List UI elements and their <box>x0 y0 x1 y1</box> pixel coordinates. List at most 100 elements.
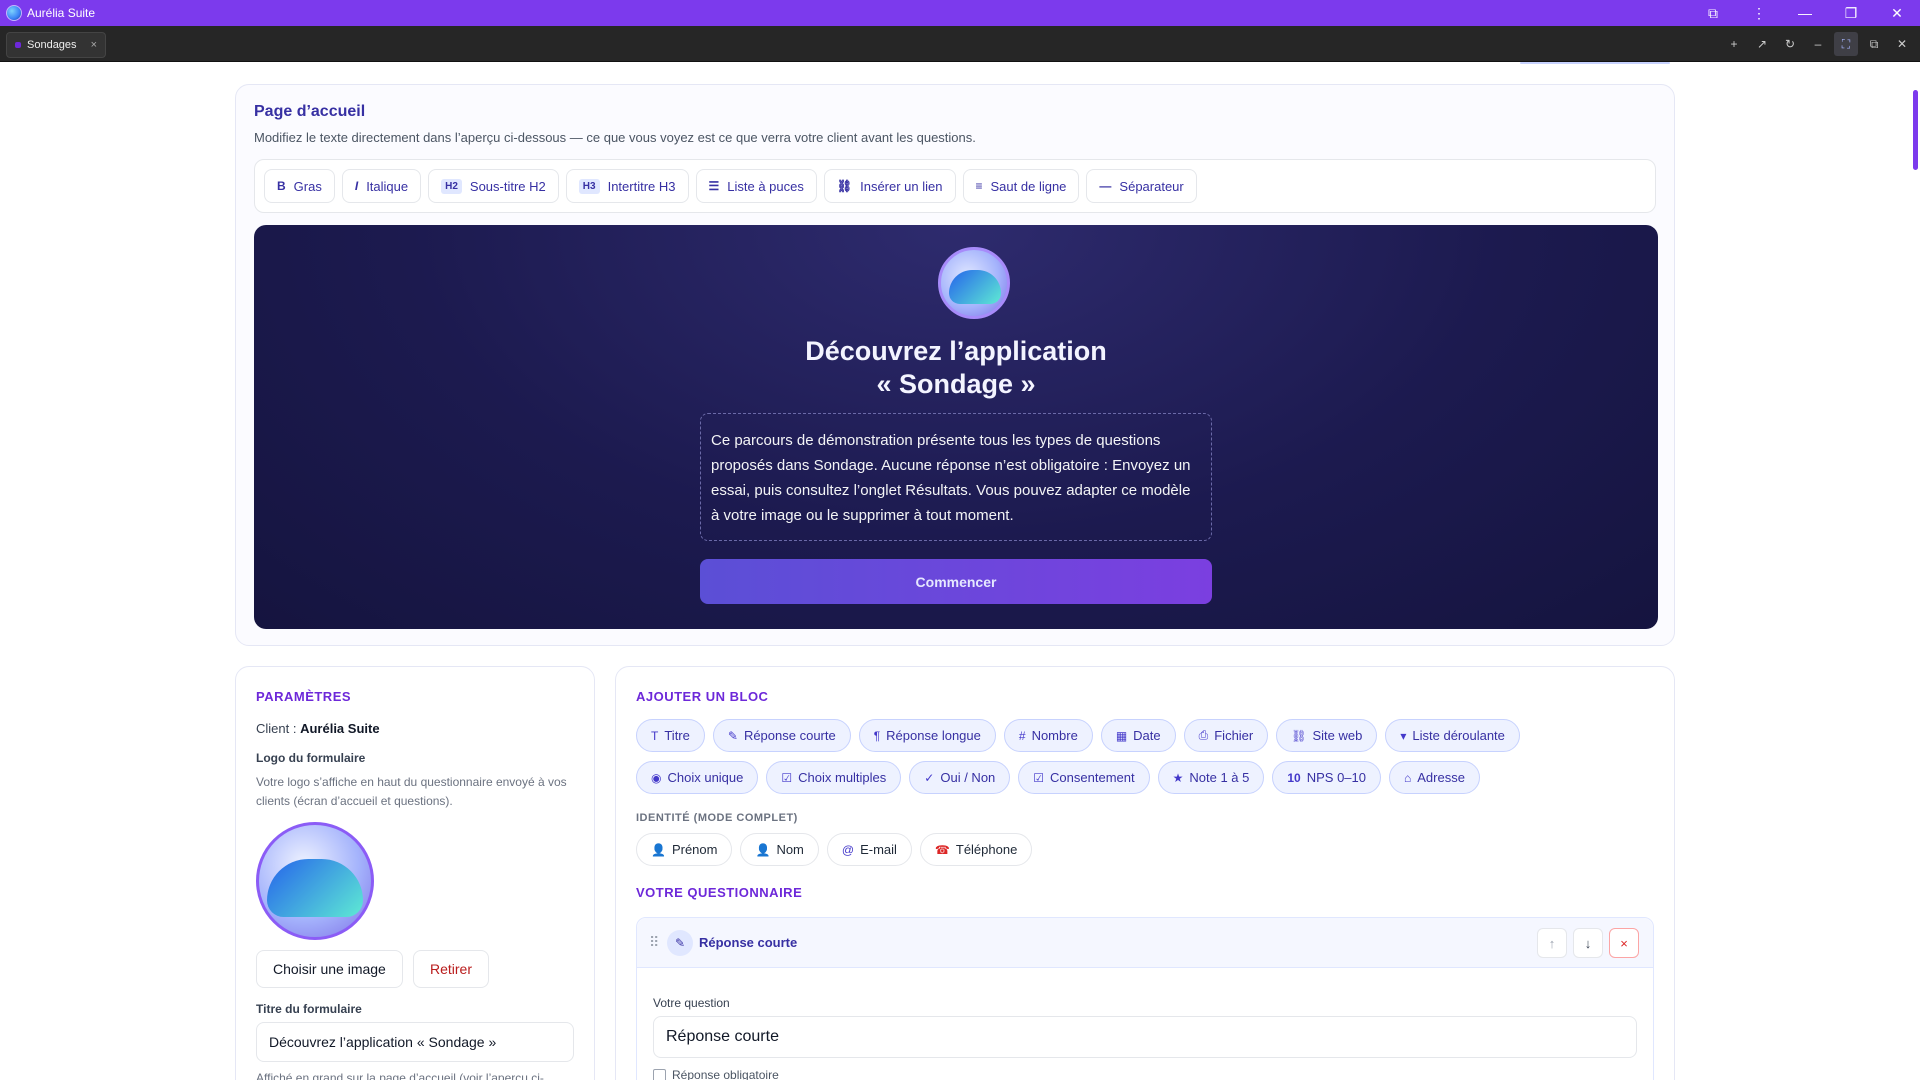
chip-label: Liste déroulante <box>1412 728 1505 743</box>
question-input[interactable]: Réponse courte <box>653 1016 1637 1058</box>
form-title-label: Titre du formulaire <box>256 1002 362 1016</box>
person-icon: 👤 <box>755 842 771 857</box>
block-yes-no-chip[interactable]: ✓ Oui / Non <box>909 761 1011 794</box>
scrollbar[interactable] <box>1910 62 1920 1080</box>
block-short-answer-chip[interactable]: ✎ Réponse courte <box>712 719 851 752</box>
identity-phone-chip[interactable]: ☎ Téléphone <box>919 833 1033 866</box>
choose-image-button[interactable]: Choisir une image <box>256 950 403 988</box>
paragraph-icon: ¶ <box>873 728 881 743</box>
line-break-button[interactable]: ≡ Saut de ligne <box>962 169 1080 203</box>
chip-label: Site web <box>1312 728 1363 743</box>
radio-icon: ◉ <box>651 770 662 785</box>
required-checkbox[interactable]: Réponse obligatoire <box>653 1068 779 1080</box>
fullscreen-icon[interactable]: ⛶ <box>1834 32 1858 56</box>
refresh-icon[interactable]: ↻ <box>1778 32 1802 56</box>
tab-close-icon[interactable]: × <box>91 39 97 51</box>
calendar-icon: ▦ <box>1115 728 1128 743</box>
identity-lastname-chip[interactable]: 👤 Nom <box>740 833 819 866</box>
more-menu-icon[interactable]: ⋮ <box>1736 0 1782 26</box>
chip-label: Réponse courte <box>743 728 836 743</box>
link-icon: ⛓ <box>1291 728 1307 743</box>
block-date-chip[interactable]: ▦ Date <box>1100 719 1176 752</box>
popout-icon[interactable]: ⧉ <box>1862 32 1886 56</box>
identity-chips: 👤 Prénom 👤 Nom @ E-mail ☎ Téléphone <box>636 833 1033 866</box>
home-icon: ⌂ <box>1404 770 1412 785</box>
at-icon: @ <box>841 842 855 857</box>
preview-title[interactable]: Découvrez l’application « Sondage » <box>254 335 1658 401</box>
preview-body-editor[interactable]: Ce parcours de démonstration présente to… <box>700 413 1212 541</box>
preview-title-line2: « Sondage » <box>876 369 1036 399</box>
move-up-button[interactable]: ↑ <box>1537 928 1567 958</box>
block-dropdown-chip[interactable]: ▾ Liste déroulante <box>1385 719 1520 752</box>
bold-label: Gras <box>293 178 322 194</box>
insert-link-button[interactable]: ⛓ Insérer un lien <box>823 169 956 203</box>
bullet-list-button[interactable]: ☰ Liste à puces <box>695 169 817 203</box>
add-block-heading: AJOUTER UN BLOC <box>636 689 769 704</box>
client-line: Client : Aurélia Suite <box>256 721 380 736</box>
chip-label: Choix unique <box>667 770 744 785</box>
block-file-chip[interactable]: ⎙ Fichier <box>1183 719 1269 752</box>
chip-label: Choix multiples <box>798 770 887 785</box>
extensions-icon[interactable]: ⧉ <box>1690 0 1736 26</box>
chip-label: Oui / Non <box>940 770 996 785</box>
identity-email-chip[interactable]: @ E-mail <box>826 833 912 866</box>
welcome-subtitle: Modifiez le texte directement dans l’ape… <box>254 130 976 145</box>
tab-sondages[interactable]: Sondages × <box>6 32 106 58</box>
chip-label: Réponse longue <box>886 728 981 743</box>
restore-icon[interactable]: ❐ <box>1828 0 1874 26</box>
block-title-chip[interactable]: T Titre <box>636 719 705 752</box>
close-pane-icon[interactable]: ✕ <box>1890 32 1914 56</box>
separator-button[interactable]: — Séparateur <box>1086 169 1197 203</box>
identity-firstname-chip[interactable]: 👤 Prénom <box>636 833 733 866</box>
move-down-button[interactable]: ↓ <box>1573 928 1603 958</box>
chip-label: Prénom <box>671 842 718 857</box>
italic-button[interactable]: I Italique <box>341 169 422 203</box>
h3-button[interactable]: H3 Intertitre H3 <box>565 169 689 203</box>
h2-button[interactable]: H2 Sous-titre H2 <box>428 169 559 203</box>
block-nps-chip[interactable]: 10 NPS 0–10 <box>1272 761 1381 794</box>
h3-icon: H3 <box>578 178 600 194</box>
bold-icon: B <box>277 179 286 193</box>
chip-label: Fichier <box>1214 728 1254 743</box>
h3-label: Intertitre H3 <box>607 178 676 194</box>
block-multiple-choice-chip[interactable]: ☑ Choix multiples <box>766 761 902 794</box>
block-rating-chip[interactable]: ★ Note 1 à 5 <box>1157 761 1265 794</box>
delete-question-button[interactable]: × <box>1609 928 1639 958</box>
format-toolbar: B Gras I Italique H2 Sous-titre H2 H3 Intert… <box>254 159 1656 213</box>
chip-label: Téléphone <box>955 842 1018 857</box>
block-chips-row2: ◉ Choix unique ☑ Choix multiples ✓ Oui / No… <box>636 761 1480 794</box>
insert-link-label: Insérer un lien <box>860 178 943 194</box>
block-long-answer-chip[interactable]: ¶ Réponse longue <box>858 719 996 752</box>
start-button[interactable]: Commencer <box>700 559 1212 604</box>
blocks-card: AJOUTER UN BLOC T Titre ✎ Réponse courte ¶… <box>615 666 1675 1080</box>
star-icon: ★ <box>1172 770 1184 785</box>
block-single-choice-chip[interactable]: ◉ Choix unique <box>636 761 759 794</box>
minimize-icon[interactable]: — <box>1782 0 1828 26</box>
question-card-header: ⠿ ✎ Réponse courte ↑ ↓ × <box>637 918 1653 968</box>
block-number-chip[interactable]: # Nombre <box>1003 719 1093 752</box>
bold-button[interactable]: B Gras <box>264 169 335 203</box>
question-label: Votre question <box>653 996 730 1010</box>
params-heading: PARAMÈTRES <box>256 689 352 704</box>
drag-handle-icon[interactable]: ⠿ <box>649 934 659 951</box>
form-title-input[interactable]: Découvrez l’application « Sondage » <box>256 1022 574 1062</box>
scrollbar-thumb[interactable] <box>1913 90 1918 170</box>
preview-logo-icon <box>938 247 1010 319</box>
open-external-icon[interactable]: ↗ <box>1750 32 1774 56</box>
remove-logo-button[interactable]: Retirer <box>413 950 490 988</box>
checkbox-icon: ☑ <box>781 770 793 785</box>
chip-label: Titre <box>664 728 690 743</box>
close-window-icon[interactable]: ✕ <box>1874 0 1920 26</box>
pencil-icon: ✎ <box>667 930 693 956</box>
block-website-chip[interactable]: ⛓ Site web <box>1276 719 1378 752</box>
separator-icon: — <box>1099 179 1112 193</box>
block-chips-row1: T Titre ✎ Réponse courte ¶ Réponse longue #… <box>636 719 1520 752</box>
tab-favicon-icon <box>15 42 21 48</box>
block-address-chip[interactable]: ⌂ Adresse <box>1389 761 1480 794</box>
nps-icon: 10 <box>1287 770 1301 785</box>
block-consent-chip[interactable]: ☑ Consentement <box>1018 761 1150 794</box>
client-name: Aurélia Suite <box>300 721 380 736</box>
minimize-pane-icon[interactable]: – <box>1806 32 1830 56</box>
file-icon: ⎙ <box>1198 728 1209 742</box>
new-tab-icon[interactable]: + <box>1722 32 1746 56</box>
